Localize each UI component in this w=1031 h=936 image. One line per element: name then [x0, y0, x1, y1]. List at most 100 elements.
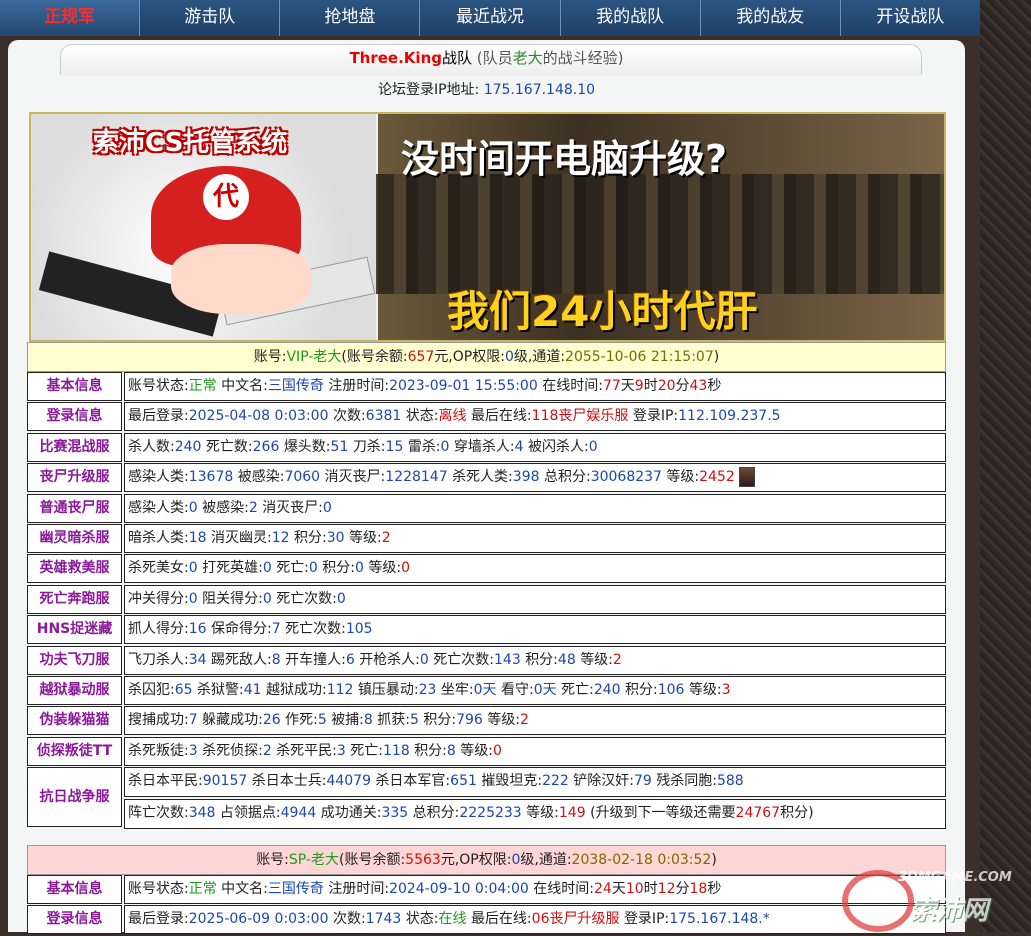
nav-recent-battles[interactable]: 最近战况	[420, 0, 561, 36]
title-paren-open: (队员	[476, 49, 513, 67]
table-row: 抗日战争服 杀日本平民:90157 杀日本士兵:44079 杀日本军官:651 …	[27, 767, 946, 830]
account-name[interactable]: SP-老大	[289, 852, 339, 868]
row-value: 账号状态:正常 中文名:三国传奇 注册时间:2024-09-10 0:04:00…	[124, 875, 946, 904]
paren-close: )	[713, 349, 720, 365]
watermark-cn: 索沛网	[910, 896, 989, 926]
banner-headline: 没时间开电脑升级?	[401, 137, 728, 181]
member-name[interactable]: 老大	[513, 49, 543, 67]
table-row: 英雄救美服 杀死美女:0 打死英雄:0 死亡:0 积分:0 等级:0	[27, 554, 946, 584]
op-unit: 级,通道:	[520, 852, 572, 868]
row-label: 幽灵暗杀服	[27, 523, 122, 553]
account-label: 账号:	[253, 349, 287, 365]
page-title: Three.King战队 (队员老大的战斗经验)	[8, 47, 965, 68]
row-values: 杀日本平民:90157 杀日本士兵:44079 杀日本军官:651 摧毁坦克:2…	[124, 767, 946, 830]
row-value: 阵亡次数:348 占领据点:4944 成功通关:335 总积分:2225233 …	[124, 799, 946, 830]
channel-expiry: 2055-10-06 21:15:07	[565, 349, 714, 365]
row-label: 死亡奔跑服	[27, 584, 122, 614]
row-label: 伪装躲猫猫	[27, 706, 122, 736]
ad-banner[interactable]: 代 索沛CS托管系统 没时间开电脑升级? 我们24小时代肝	[29, 112, 946, 342]
row-value: 感染人类:13678 被感染:7060 消灭丧尸:1228147 杀死人类:39…	[124, 463, 946, 493]
team-suffix: 战队	[442, 49, 473, 67]
table-row: 幽灵暗杀服 暗杀人类:18 消灭幽灵:12 积分:30 等级:2	[27, 523, 946, 553]
row-label: 英雄救美服	[27, 554, 122, 584]
banner-subline: 我们24小时代肝	[447, 287, 758, 336]
row-label: 基本信息	[27, 875, 122, 904]
account-label: 账号:	[256, 852, 289, 868]
table-row: 丧尸升级服 感染人类:13678 被感染:7060 消灭丧尸:1228147 杀…	[27, 463, 946, 493]
nav-my-comrades[interactable]: 我的战友	[701, 0, 841, 36]
paren-close: )	[711, 852, 717, 868]
table-row: 越狱暴动服 杀囚犯:65 杀狱警:41 越狱成功:112 镇压暴动:23 坐牢:…	[27, 675, 946, 705]
vip-account-bar: 账号:VIP-老大(账号余额:657元,OP权限:0级,通道:2055-10-0…	[27, 342, 946, 372]
forum-ip-line: 论坛登录IP地址: 175.167.148.10	[8, 79, 965, 99]
row-value: 最后登录:2025-04-08 0:03:00 次数:6381 状态:离线 最后…	[124, 402, 946, 432]
account-balance: 657	[407, 349, 435, 365]
row-label: 抗日战争服	[27, 767, 122, 828]
balance-label: (账号余额:	[338, 852, 406, 868]
table-row: 基本信息 账号状态:正常 中文名:三国传奇 注册时间:2023-09-01 15…	[27, 372, 946, 401]
table-row: 伪装躲猫猫 搜捕成功:7 躲藏成功:26 作死:5 被捕:8 抓获:5 积分:7…	[27, 706, 946, 736]
forum-ip-label: 论坛登录IP地址:	[377, 82, 480, 98]
vip-stats-table: 基本信息 账号状态:正常 中文名:三国传奇 注册时间:2023-09-01 15…	[27, 372, 946, 830]
rank-avatar-icon	[738, 467, 755, 488]
row-label: 比赛混战服	[27, 432, 122, 462]
nav-guerrilla[interactable]: 游击队	[140, 0, 281, 36]
banner-logo-text: 索沛CS托管系统	[93, 128, 288, 158]
top-navigation: 正规军 游击队 抢地盘 最近战况 我的战队 我的战友 开设战队	[0, 0, 980, 36]
table-row: 基本信息 账号状态:正常 中文名:三国传奇 注册时间:2024-09-10 0:…	[27, 875, 946, 904]
mascot-face-graphic	[171, 244, 311, 314]
table-row: 比赛混战服 杀人数:240 死亡数:266 爆头数:51 刀杀:15 雷杀:0 …	[27, 432, 946, 462]
mascot-badge: 代	[203, 174, 249, 220]
channel-expiry: 2038-02-18 0:03:52	[571, 852, 712, 868]
row-value: 杀死美女:0 打死英雄:0 死亡:0 积分:0 等级:0	[124, 554, 946, 584]
row-value: 搜捕成功:7 躲藏成功:26 作死:5 被捕:8 抓获:5 积分:796 等级:…	[124, 706, 946, 736]
row-label: 丧尸升级服	[27, 463, 122, 493]
balance-unit: 元,OP权限:	[434, 349, 505, 365]
op-level: 0	[504, 349, 514, 365]
nav-regular-army[interactable]: 正规军	[0, 0, 141, 36]
table-row: 侦探叛徒TT 杀死叛徒:3 杀死侦探:2 杀死平民:3 死亡:118 积分:8 …	[27, 736, 946, 766]
table-row: 功夫飞刀服 飞刀杀人:34 踢死敌人:8 开车撞人:6 开枪杀人:0 死亡次数:…	[27, 645, 946, 675]
row-label: 越狱暴动服	[27, 675, 122, 705]
nav-my-team[interactable]: 我的战队	[561, 0, 701, 36]
nav-create-team[interactable]: 开设战队	[841, 0, 980, 36]
row-value: 账号状态:正常 中文名:三国传奇 注册时间:2023-09-01 15:55:0…	[124, 372, 946, 401]
left-border	[0, 36, 8, 932]
row-label: 侦探叛徒TT	[27, 736, 122, 766]
op-unit: 级,通道:	[513, 349, 566, 365]
row-value: 暗杀人类:18 消灭幽灵:12 积分:30 等级:2	[124, 523, 946, 553]
nav-grab-territory[interactable]: 抢地盘	[280, 0, 421, 36]
table-row: 死亡奔跑服 冲关得分:0 阻关得分:0 死亡次数:0	[27, 584, 946, 614]
row-value: 杀人数:240 死亡数:266 爆头数:51 刀杀:15 雷杀:0 穿墙杀人:4…	[124, 432, 946, 462]
row-value: 杀死叛徒:3 杀死侦探:2 杀死平民:3 死亡:118 积分:8 等级:0	[124, 736, 946, 766]
balance-unit: 元,OP权限:	[440, 852, 512, 868]
sp-stats-table: 基本信息 账号状态:正常 中文名:三国传奇 注册时间:2024-09-10 0:…	[27, 875, 946, 936]
row-label: HNS捉迷藏	[27, 615, 122, 645]
row-label: 登录信息	[27, 905, 122, 935]
soldiers-graphic	[376, 174, 944, 294]
row-value: 飞刀杀人:34 踢死敌人:8 开车撞人:6 开枪杀人:0 死亡次数:143 积分…	[124, 645, 946, 675]
account-balance: 5563	[405, 852, 441, 868]
background-texture	[980, 0, 1031, 932]
row-label: 普通丧尸服	[27, 493, 122, 523]
title-paren-close: 的战斗经验)	[542, 49, 624, 67]
row-value: 感染人类:0 被感染:2 消灭丧尸:0	[124, 493, 946, 523]
row-value: 冲关得分:0 阻关得分:0 死亡次数:0	[124, 584, 946, 614]
table-row: 登录信息 最后登录:2025-04-08 0:03:00 次数:6381 状态:…	[27, 402, 946, 432]
watermark-en: 3DMGAME.COM	[898, 870, 1012, 885]
team-name[interactable]: Three.King	[349, 49, 442, 67]
row-value: 杀日本平民:90157 杀日本士兵:44079 杀日本军官:651 摧毁坦克:2…	[124, 767, 946, 798]
site-watermark: 3DMGAME.COM 索沛网	[840, 866, 1030, 932]
row-value: 抓人得分:16 保命得分:7 死亡次数:105	[124, 615, 946, 645]
row-value: 杀囚犯:65 杀狱警:41 越狱成功:112 镇压暴动:23 坐牢:0天 看守:…	[124, 675, 946, 705]
row-label: 登录信息	[27, 402, 122, 432]
forum-ip-value: 175.167.148.10	[483, 82, 596, 98]
table-row: HNS捉迷藏 抓人得分:16 保命得分:7 死亡次数:105	[27, 615, 946, 645]
row-label: 功夫飞刀服	[27, 645, 122, 675]
balance-label: (账号余额:	[341, 349, 408, 365]
table-row: 普通丧尸服 感染人类:0 被感染:2 消灭丧尸:0	[27, 493, 946, 523]
account-name[interactable]: VIP-老大	[286, 349, 341, 365]
row-value: 最后登录:2025-06-09 0:03:00 次数:1743 状态:在线 最后…	[124, 905, 946, 935]
sp-account-bar: 账号:SP-老大(账号余额:5563元,OP权限:0级,通道:2038-02-1…	[27, 845, 946, 875]
table-row: 登录信息 最后登录:2025-06-09 0:03:00 次数:1743 状态:…	[27, 905, 946, 935]
